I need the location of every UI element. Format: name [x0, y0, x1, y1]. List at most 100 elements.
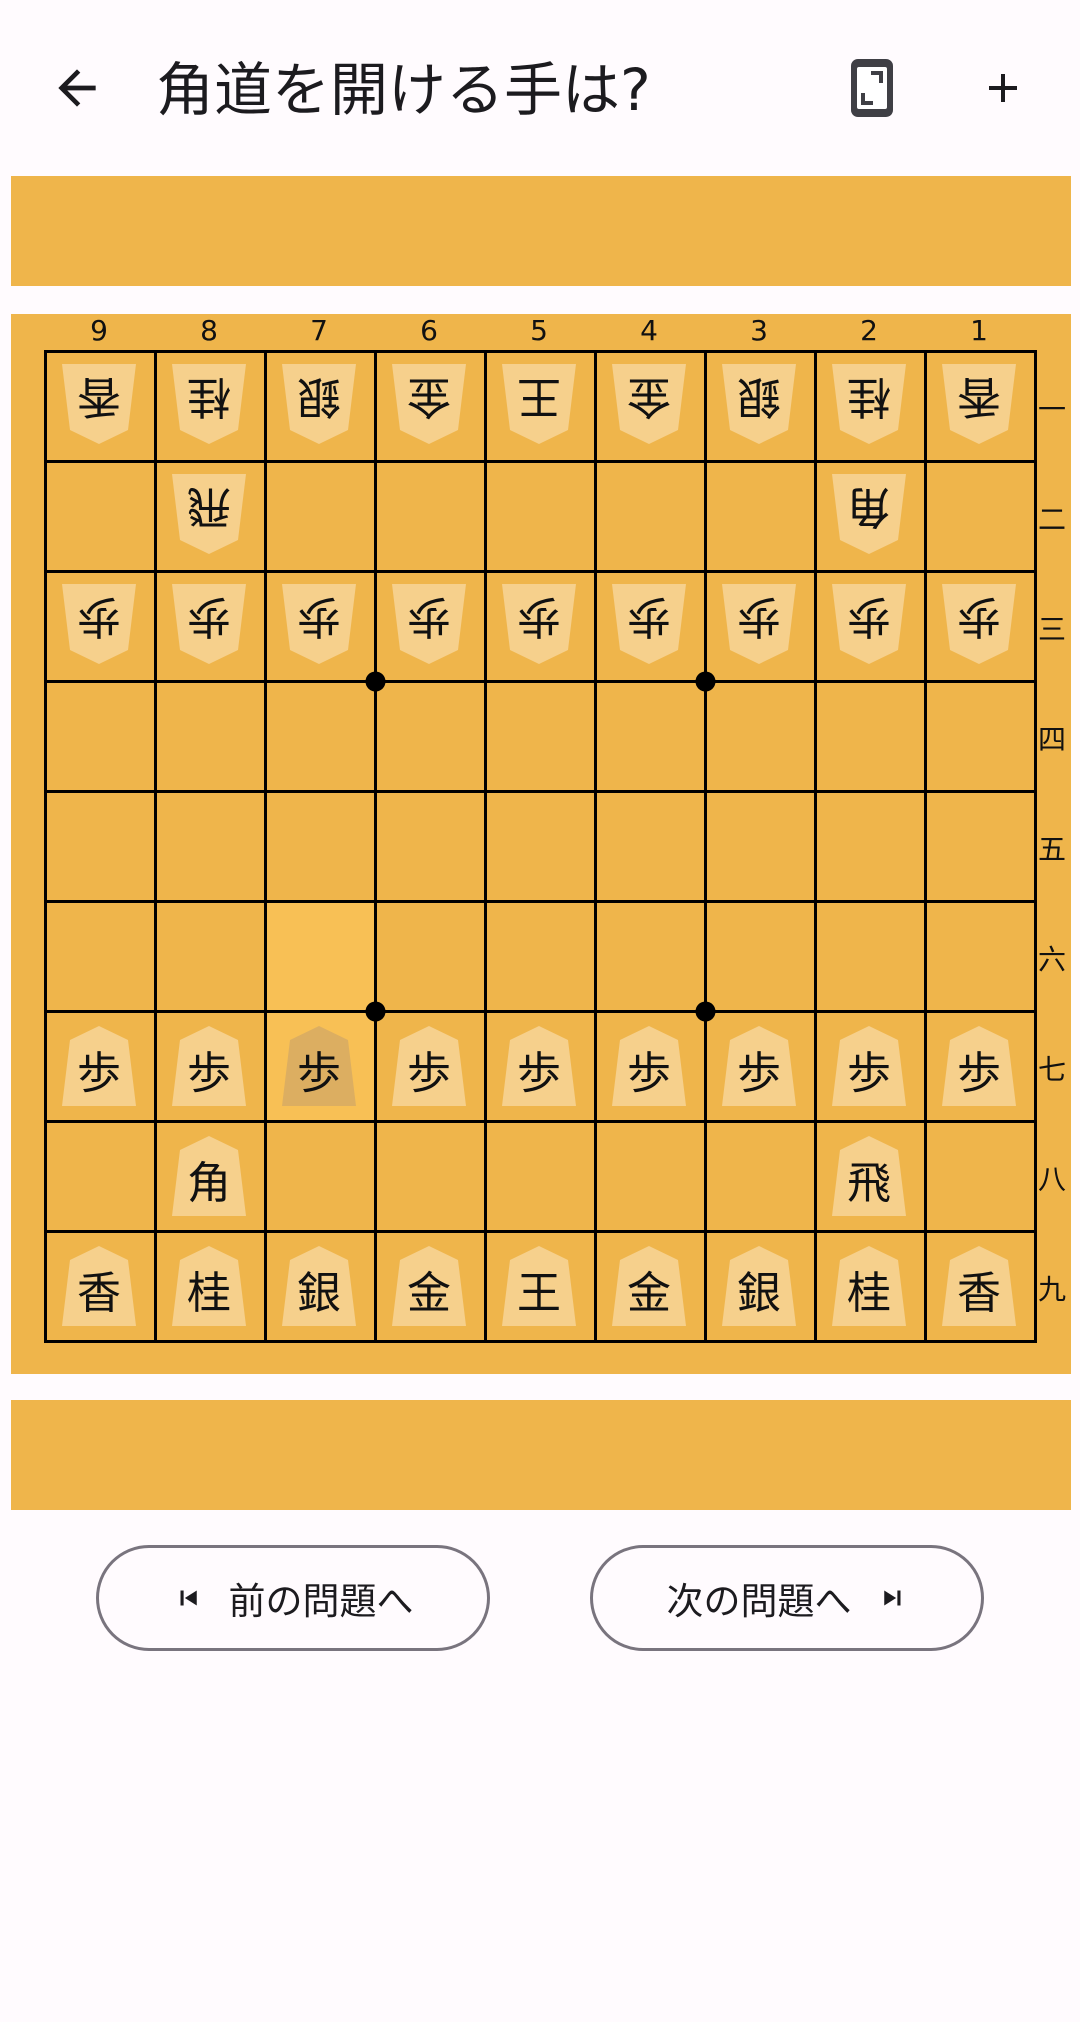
piece-label: 角: [847, 481, 891, 532]
board-square[interactable]: 歩: [374, 1010, 484, 1120]
board-square[interactable]: 桂: [814, 1230, 924, 1340]
board-square[interactable]: 王: [484, 350, 594, 460]
board-square[interactable]: 歩: [44, 1010, 154, 1120]
piece-label: 歩: [957, 1048, 1001, 1099]
board-square[interactable]: 角: [154, 1120, 264, 1230]
page-title: 角道を開ける手は?: [156, 56, 651, 124]
board-square[interactable]: 歩: [264, 570, 374, 680]
player-piece[interactable]: 角: [154, 1120, 264, 1230]
board-square[interactable]: 歩: [264, 1010, 374, 1120]
player-piece[interactable]: 香: [44, 1230, 154, 1340]
board-square[interactable]: 歩: [484, 570, 594, 680]
board-square[interactable]: 歩: [594, 1010, 704, 1120]
add-button[interactable]: [955, 40, 1051, 136]
piece-label: 金: [407, 1268, 451, 1319]
opponent-piece[interactable]: 歩: [264, 570, 374, 680]
opponent-piece[interactable]: 銀: [704, 350, 814, 460]
player-piece[interactable]: 歩: [704, 1010, 814, 1120]
player-piece[interactable]: 王: [484, 1230, 594, 1340]
opponent-piece[interactable]: 歩: [484, 570, 594, 680]
file-label: 8: [200, 314, 218, 347]
board-square[interactable]: 香: [44, 350, 154, 460]
board-square[interactable]: 王: [484, 1230, 594, 1340]
board-square[interactable]: 歩: [814, 570, 924, 680]
player-piece[interactable]: 歩: [814, 1010, 924, 1120]
opponent-piece[interactable]: 角: [814, 460, 924, 570]
next-problem-button[interactable]: 次の問題へ: [590, 1545, 984, 1651]
opponent-piece[interactable]: 歩: [374, 570, 484, 680]
opponent-piece[interactable]: 銀: [264, 350, 374, 460]
player-piece[interactable]: 歩: [594, 1010, 704, 1120]
player-piece[interactable]: 金: [374, 1230, 484, 1340]
board-square[interactable]: 銀: [264, 350, 374, 460]
board-square[interactable]: 桂: [154, 1230, 264, 1340]
piece-label: 歩: [627, 591, 671, 642]
player-piece[interactable]: 歩: [154, 1010, 264, 1120]
board-square[interactable]: 歩: [924, 1010, 1034, 1120]
board-square[interactable]: 歩: [704, 570, 814, 680]
player-piece[interactable]: 歩: [484, 1010, 594, 1120]
player-piece[interactable]: 歩: [924, 1010, 1034, 1120]
opponent-piece[interactable]: 歩: [594, 570, 704, 680]
board-square[interactable]: 飛: [814, 1120, 924, 1230]
board-square[interactable]: 香: [44, 1230, 154, 1340]
player-piece[interactable]: 桂: [154, 1230, 264, 1340]
board-square[interactable]: 角: [814, 460, 924, 570]
board-square[interactable]: 歩: [44, 570, 154, 680]
board-square[interactable]: 金: [374, 1230, 484, 1340]
opponent-piece[interactable]: 王: [484, 350, 594, 460]
board-square[interactable]: 歩: [484, 1010, 594, 1120]
piece-label: 王: [517, 1268, 561, 1319]
board-square[interactable]: 銀: [264, 1230, 374, 1340]
player-piece[interactable]: 歩: [264, 1010, 374, 1120]
board-square[interactable]: 歩: [814, 1010, 924, 1120]
board-square[interactable]: 歩: [924, 570, 1034, 680]
player-piece[interactable]: 香: [924, 1230, 1034, 1340]
board-square[interactable]: 歩: [154, 570, 264, 680]
opponent-piece[interactable]: 桂: [814, 350, 924, 460]
rank-label: 一: [1037, 393, 1066, 426]
player-piece[interactable]: 桂: [814, 1230, 924, 1340]
board-square[interactable]: 歩: [704, 1010, 814, 1120]
prev-problem-label: 前の問題へ: [228, 1580, 414, 1623]
board-square[interactable]: 歩: [374, 570, 484, 680]
arrow-back-icon: [58, 69, 96, 107]
board-square[interactable]: 銀: [704, 1230, 814, 1340]
board-square[interactable]: 金: [594, 1230, 704, 1340]
opponent-piece[interactable]: 金: [374, 350, 484, 460]
plus-icon: [989, 74, 1017, 102]
board-square[interactable]: 金: [594, 350, 704, 460]
opponent-piece[interactable]: 金: [594, 350, 704, 460]
board-square[interactable]: 飛: [154, 460, 264, 570]
player-piece[interactable]: 歩: [44, 1010, 154, 1120]
player-piece-stand[interactable]: [11, 1400, 1071, 1510]
opponent-piece[interactable]: 香: [924, 350, 1034, 460]
player-piece[interactable]: 金: [594, 1230, 704, 1340]
opponent-piece[interactable]: 桂: [154, 350, 264, 460]
board-square[interactable]: 香: [924, 1230, 1034, 1340]
opponent-piece[interactable]: 香: [44, 350, 154, 460]
back-button[interactable]: [29, 40, 125, 136]
board-square[interactable]: 歩: [154, 1010, 264, 1120]
piece-label: 歩: [297, 1048, 341, 1099]
board-square[interactable]: 銀: [704, 350, 814, 460]
opponent-piece[interactable]: 飛: [154, 460, 264, 570]
opponent-piece[interactable]: 歩: [814, 570, 924, 680]
board-square[interactable]: 金: [374, 350, 484, 460]
player-piece[interactable]: 歩: [374, 1010, 484, 1120]
opponent-piece[interactable]: 歩: [154, 570, 264, 680]
player-piece[interactable]: 銀: [264, 1230, 374, 1340]
opponent-piece[interactable]: 歩: [44, 570, 154, 680]
opponent-piece[interactable]: 歩: [704, 570, 814, 680]
player-piece[interactable]: 飛: [814, 1120, 924, 1230]
board-square[interactable]: 歩: [594, 570, 704, 680]
board-square[interactable]: 桂: [154, 350, 264, 460]
opponent-piece-stand[interactable]: [11, 176, 1071, 286]
prev-problem-button[interactable]: 前の問題へ: [96, 1545, 490, 1651]
board-square[interactable]: 桂: [814, 350, 924, 460]
player-piece[interactable]: 銀: [704, 1230, 814, 1340]
board-grid[interactable]: 香桂銀金王金銀桂香飛角歩歩歩歩歩歩歩歩歩歩歩歩歩歩歩歩歩歩角飛香桂銀金王金銀桂香: [44, 350, 1037, 1343]
board-square[interactable]: 香: [924, 350, 1034, 460]
rotate-board-button[interactable]: [824, 40, 920, 136]
opponent-piece[interactable]: 歩: [924, 570, 1034, 680]
